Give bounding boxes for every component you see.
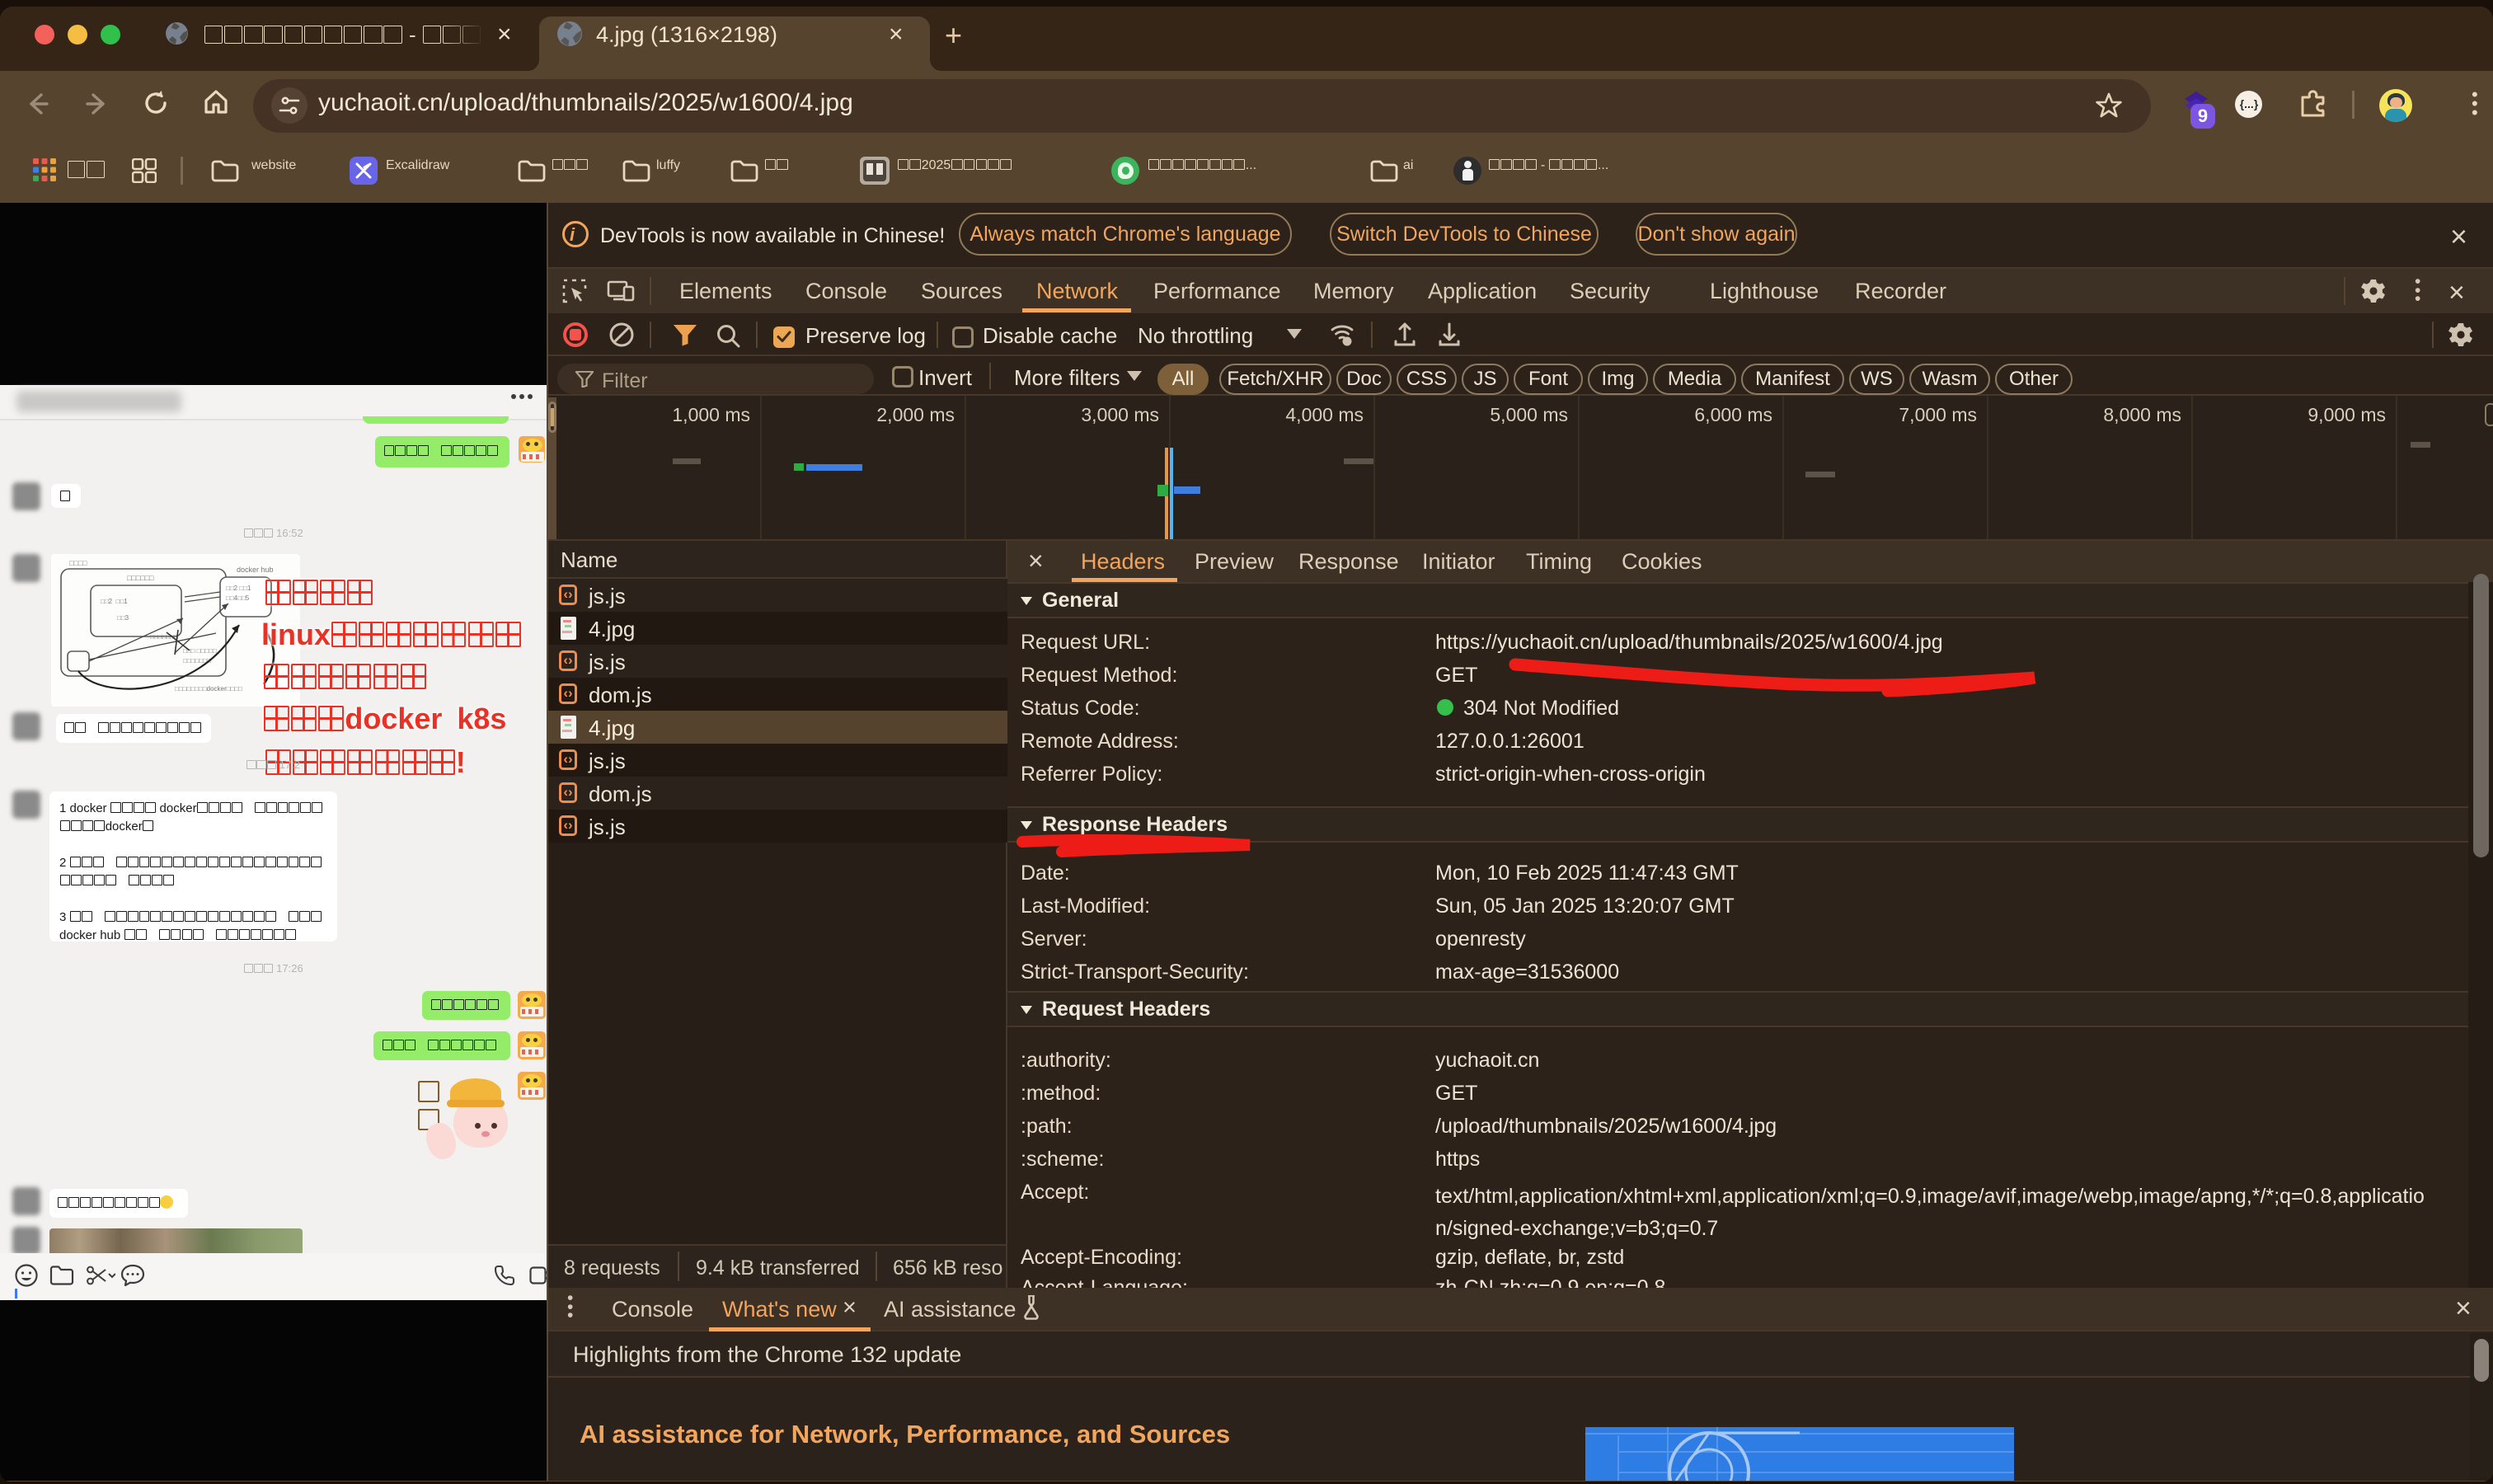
- svg-text:□□□□□□□: □□□□□□□: [150, 633, 178, 641]
- svg-text:9: 9: [2198, 106, 2208, 126]
- svg-text:□□2 □□1: □□2 □□1: [226, 585, 251, 592]
- svg-text:□□4□□5: □□4□□5: [226, 594, 250, 602]
- svg-text:□□□□□□: □□□□□□: [127, 574, 154, 582]
- svg-text:□□2 □□1: □□2 □□1: [101, 598, 128, 605]
- svg-text:docker hub: docker hub: [237, 566, 274, 574]
- svg-text:□□3: □□3: [117, 614, 129, 622]
- svg-text:□□□□: □□□□: [69, 559, 87, 567]
- svg-text:□□□□□□□□docker□□□□: □□□□□□□□docker□□□□: [175, 685, 242, 693]
- svg-text:□□□ □□□□□: □□□ □□□□□: [183, 647, 217, 655]
